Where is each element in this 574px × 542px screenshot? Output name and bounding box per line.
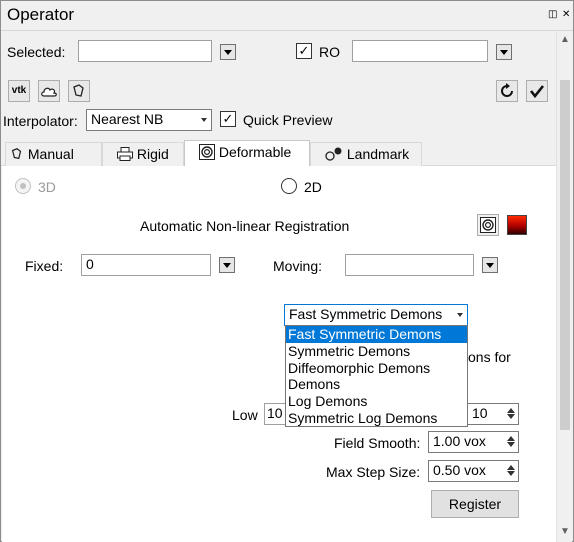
vertical-scrollbar[interactable]: ▲ ▼ — [556, 32, 572, 542]
refresh-icon — [501, 83, 513, 97]
deformable-icon — [199, 144, 215, 160]
list-item[interactable]: Fast Symmetric Demons — [286, 326, 467, 343]
vtk-icon: vtk — [11, 85, 27, 96]
max-step-label: Max Step Size: — [326, 464, 421, 480]
fixed-dropdown-button[interactable] — [219, 257, 235, 273]
algorithm-value: Fast Symmetric Demons — [289, 306, 443, 322]
scroll-up-icon[interactable]: ▲ — [560, 34, 570, 45]
vtk-button[interactable]: vtk — [8, 80, 30, 102]
fixed-field[interactable]: 0 — [81, 254, 211, 276]
operator-window: Operator ◫ ✕ ▲ ▼ Selected: ✓ RO vtk Inte… — [0, 0, 574, 542]
radio-2d[interactable] — [281, 178, 297, 194]
tab-bar: Manual Rigid Deformable Landmark — [1, 140, 556, 166]
interpolator-value: Nearest NB — [91, 111, 164, 127]
tab-rigid-label: Rigid — [136, 146, 169, 162]
list-item[interactable]: Symmetric Demons — [286, 343, 467, 360]
radio-3d-label: 3D — [38, 179, 56, 195]
moving-dropdown-button[interactable] — [482, 257, 498, 273]
chevron-down-icon — [201, 118, 207, 122]
list-item[interactable]: Diffeomorphic Demons — [286, 360, 467, 377]
refresh-button[interactable] — [496, 80, 518, 102]
manual-transform-icon — [73, 84, 84, 97]
decrement-icon[interactable] — [506, 413, 516, 422]
list-item[interactable]: Log Demons — [286, 393, 467, 410]
high-spinbox[interactable]: 10 — [467, 403, 519, 425]
fixed-label: Fixed: — [25, 258, 64, 274]
list-item[interactable]: Symmetric Log Demons — [286, 410, 467, 427]
deformable-icon — [480, 217, 496, 233]
radio-2d-label: 2D — [304, 179, 322, 195]
manual-icon — [11, 148, 22, 160]
selected-label: Selected: — [7, 44, 66, 60]
register-button[interactable]: Register — [431, 490, 519, 518]
selected-dropdown-button[interactable] — [220, 44, 236, 60]
scroll-down-icon[interactable]: ▼ — [560, 526, 570, 537]
cloud-icon — [41, 87, 57, 97]
decrement-icon[interactable] — [506, 470, 516, 479]
quick-preview-checkbox[interactable]: ✓ — [220, 111, 236, 127]
cloud-button[interactable] — [38, 80, 60, 102]
chevron-down-icon — [457, 313, 463, 317]
interpolator-label: Interpolator: — [3, 113, 78, 129]
tab-deformable-label: Deformable — [218, 144, 292, 160]
algorithm-select[interactable]: Fast Symmetric Demons — [284, 304, 468, 326]
quick-preview-label: Quick Preview — [243, 112, 333, 128]
field-smooth-value: 1.00 vox — [433, 433, 486, 449]
manual-transform-button[interactable] — [68, 80, 90, 102]
window-title: Operator — [7, 5, 75, 24]
field-smooth-label: Field Smooth: — [334, 435, 421, 451]
tab-manual[interactable]: Manual — [5, 142, 102, 166]
tab-landmark[interactable]: Landmark — [310, 142, 422, 166]
field-smooth-spinbox[interactable]: 1.00 vox — [428, 431, 519, 453]
apply-button[interactable] — [526, 80, 548, 102]
decrement-icon[interactable] — [506, 441, 516, 450]
low-label: Low — [232, 407, 258, 423]
radio-3d[interactable] — [15, 178, 31, 194]
close-icon[interactable]: ✕ — [562, 9, 570, 21]
colormap-icon[interactable] — [507, 215, 527, 235]
scroll-thumb[interactable] — [560, 80, 570, 430]
printer-icon — [117, 147, 133, 161]
interpolator-select[interactable]: Nearest NB — [86, 109, 212, 131]
tab-landmark-label: Landmark — [346, 146, 410, 162]
selected-field[interactable] — [78, 40, 212, 62]
iterations-label-fragment: ons for — [468, 349, 511, 365]
deformable-settings-button[interactable] — [477, 214, 499, 236]
float-icon[interactable]: ◫ — [548, 9, 557, 21]
ro-label: RO — [319, 44, 340, 60]
list-item[interactable]: Demons — [286, 376, 467, 393]
registration-heading: Automatic Non-linear Registration — [140, 218, 350, 234]
ro-dropdown-button[interactable] — [496, 44, 512, 60]
landmark-icon — [325, 147, 342, 161]
moving-label: Moving: — [273, 258, 323, 274]
max-step-value: 0.50 vox — [433, 462, 486, 478]
ro-field[interactable] — [352, 40, 488, 62]
high-value: 10 — [472, 405, 488, 421]
tab-rigid[interactable]: Rigid — [102, 142, 184, 166]
algorithm-dropdown-list[interactable]: Fast Symmetric Demons Symmetric Demons D… — [285, 325, 468, 427]
title-bar: Operator ◫ ✕ — [1, 1, 573, 31]
check-icon — [529, 85, 545, 99]
tab-deformable[interactable]: Deformable — [184, 140, 310, 166]
tab-manual-label: Manual — [27, 146, 74, 162]
ro-checkbox[interactable]: ✓ — [296, 43, 312, 59]
max-step-spinbox[interactable]: 0.50 vox — [428, 460, 519, 482]
moving-field[interactable] — [345, 254, 474, 276]
